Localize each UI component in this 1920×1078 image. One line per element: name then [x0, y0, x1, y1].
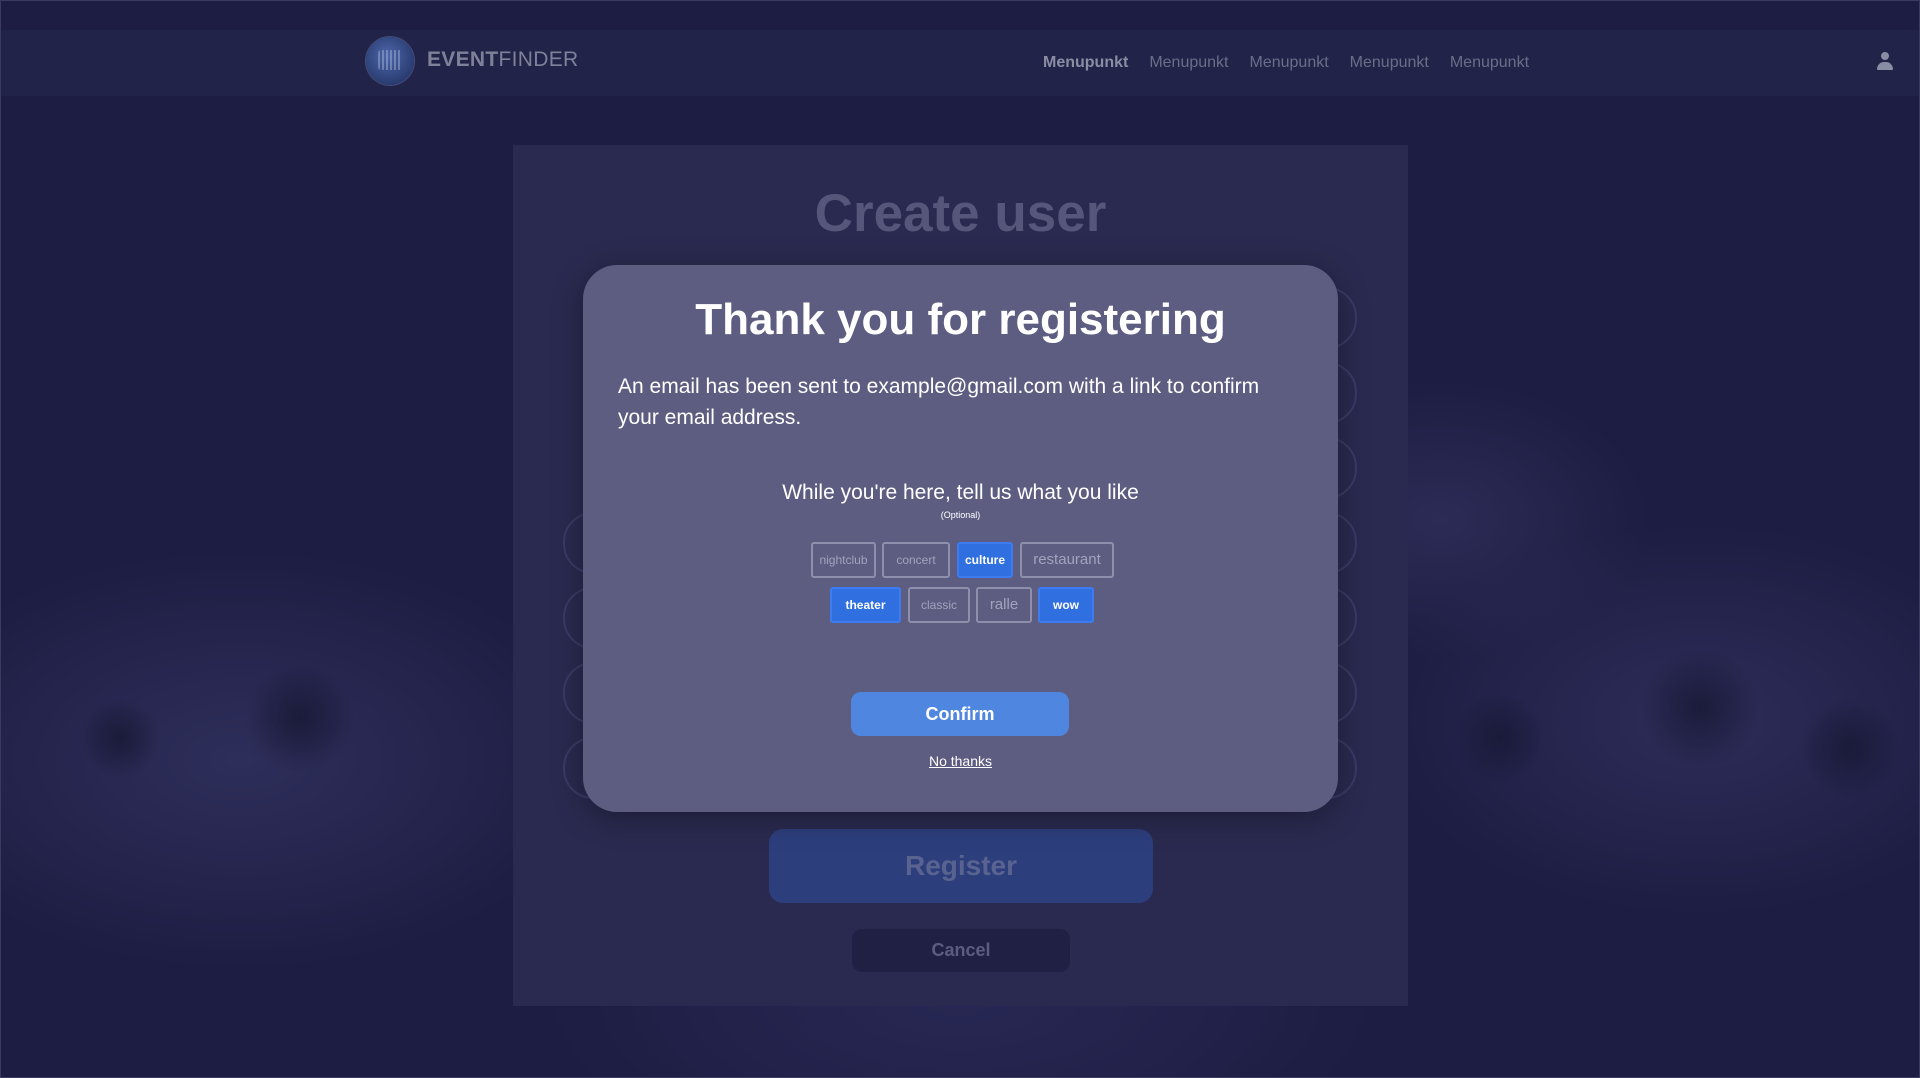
optional-note: (Optional) — [940, 510, 981, 520]
main-nav: Menupunkt Menupunkt Menupunkt Menupunkt … — [1043, 54, 1529, 72]
user-icon-body — [1877, 62, 1893, 70]
tag-theater[interactable]: theater — [830, 587, 901, 623]
preferences-heading: While you're here, tell us what you like — [782, 481, 1139, 504]
confirmation-message: An email has been sent to example@gmail.… — [618, 375, 1260, 429]
cancel-button[interactable]: Cancel — [852, 929, 1070, 972]
top-navbar: EVENTFINDER Menupunkt Menupunkt Menupunk… — [0, 30, 1920, 96]
confirm-button[interactable]: Confirm — [851, 692, 1069, 736]
tag-classic[interactable]: classic — [908, 587, 970, 623]
registration-success-modal: Thank you for registering An email has b… — [583, 265, 1338, 812]
modal-title: Thank you for registering — [695, 295, 1226, 344]
tag-culture[interactable]: culture — [957, 542, 1013, 578]
nav-item-5[interactable]: Menupunkt — [1450, 54, 1529, 72]
nav-item-3[interactable]: Menupunkt — [1250, 54, 1329, 72]
nav-item-2[interactable]: Menupunkt — [1149, 54, 1228, 72]
brand-name-light: FINDER — [498, 48, 579, 71]
eventfinder-logo[interactable] — [366, 37, 414, 85]
tag-ralle[interactable]: ralle — [976, 587, 1032, 623]
user-icon-head — [1881, 52, 1889, 60]
nav-item-4[interactable]: Menupunkt — [1350, 54, 1429, 72]
user-icon[interactable] — [1876, 52, 1894, 72]
no-thanks-link[interactable]: No thanks — [583, 753, 1338, 769]
tag-restaurant[interactable]: restaurant — [1020, 542, 1114, 578]
tag-concert[interactable]: concert — [882, 542, 950, 578]
brand-name-bold: EVENT — [427, 48, 499, 71]
brand-name[interactable]: EVENTFINDER — [427, 48, 578, 72]
nav-item-1[interactable]: Menupunkt — [1043, 54, 1128, 72]
register-button[interactable]: Register — [769, 829, 1153, 903]
tag-wow[interactable]: wow — [1038, 587, 1094, 623]
tag-nightclub[interactable]: nightclub — [811, 542, 876, 578]
page-title: Create user — [814, 184, 1107, 243]
